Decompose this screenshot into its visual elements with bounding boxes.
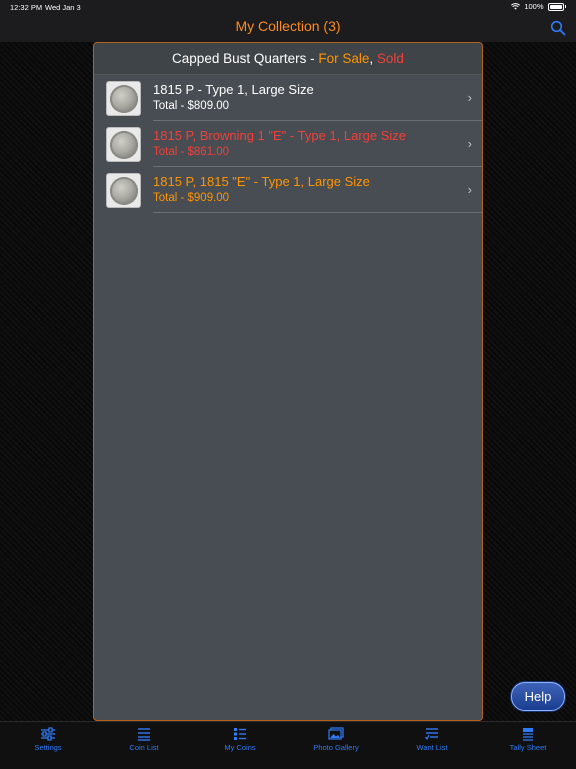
sold-label: Sold xyxy=(376,51,404,66)
coin-title: 1815 P - Type 1, Large Size xyxy=(153,82,314,97)
tab-coin-list[interactable]: Coin List xyxy=(96,722,192,769)
coin-title: 1815 P, 1815 "E" - Type 1, Large Size xyxy=(153,174,370,189)
my-coins-icon xyxy=(234,728,246,740)
coin-row[interactable]: 1815 P - Type 1, Large Size Total - $809… xyxy=(94,75,482,121)
chevron-right-icon: › xyxy=(467,182,472,197)
collection-header: Capped Bust Quarters - For Sale, Sold xyxy=(94,43,482,75)
tab-label: Tally Sheet xyxy=(509,743,547,752)
status-date: Wed Jan 3 xyxy=(45,3,81,12)
settings-sliders-icon xyxy=(41,727,55,741)
coin-thumbnail xyxy=(106,127,141,162)
tab-label: My Coins xyxy=(224,743,256,752)
tab-want-list[interactable]: Want List xyxy=(384,722,480,769)
status-right: 100% xyxy=(511,2,566,11)
tab-settings[interactable]: Settings xyxy=(0,722,96,769)
tally-sheet-icon xyxy=(523,728,533,741)
help-button[interactable]: Help xyxy=(511,682,565,711)
tab-my-coins[interactable]: My Coins xyxy=(192,722,288,769)
status-time: 12:32 PM xyxy=(10,3,43,12)
wifi-icon xyxy=(511,3,521,10)
tab-label: Settings xyxy=(34,743,62,752)
status-bar: 12:32 PM Wed Jan 3 100% xyxy=(0,0,576,14)
coin-thumbnail xyxy=(106,81,141,116)
chevron-right-icon: › xyxy=(467,90,472,105)
tab-label: Photo Gallery xyxy=(313,743,359,752)
photo-gallery-icon xyxy=(328,727,344,740)
for-sale-label: For Sale xyxy=(318,51,370,66)
coin-total: Total - $809.00 xyxy=(153,100,230,112)
tab-tally-sheet[interactable]: Tally Sheet xyxy=(480,722,576,769)
coin-thumbnail xyxy=(106,173,141,208)
collection-panel: Capped Bust Quarters - For Sale, Sold 18… xyxy=(93,42,483,721)
coin-title: 1815 P, Browning 1 "E" - Type 1, Large S… xyxy=(153,128,407,143)
row-divider xyxy=(153,212,482,213)
page-title: My Collection (3) xyxy=(235,18,341,34)
tab-bar: Settings Coin List My Coins Photo Galler… xyxy=(0,721,576,769)
battery-icon xyxy=(547,2,564,11)
coin-row[interactable]: 1815 P, Browning 1 "E" - Type 1, Large S… xyxy=(94,121,482,167)
search-icon[interactable] xyxy=(550,20,566,36)
want-list-icon xyxy=(425,728,438,741)
nav-bar: My Collection (3) xyxy=(0,14,576,42)
tab-photo-gallery[interactable]: Photo Gallery xyxy=(288,722,384,769)
tab-label: Want List xyxy=(416,743,448,752)
coin-total: Total - $909.00 xyxy=(153,192,230,204)
coin-row[interactable]: 1815 P, 1815 "E" - Type 1, Large Size To… xyxy=(94,167,482,213)
series-name: Capped Bust Quarters - xyxy=(172,51,319,66)
tab-label: Coin List xyxy=(129,743,159,752)
list-icon xyxy=(138,728,150,741)
chevron-right-icon: › xyxy=(467,136,472,151)
coin-total: Total - $861.00 xyxy=(153,146,230,158)
battery-percent: 100% xyxy=(524,2,544,11)
